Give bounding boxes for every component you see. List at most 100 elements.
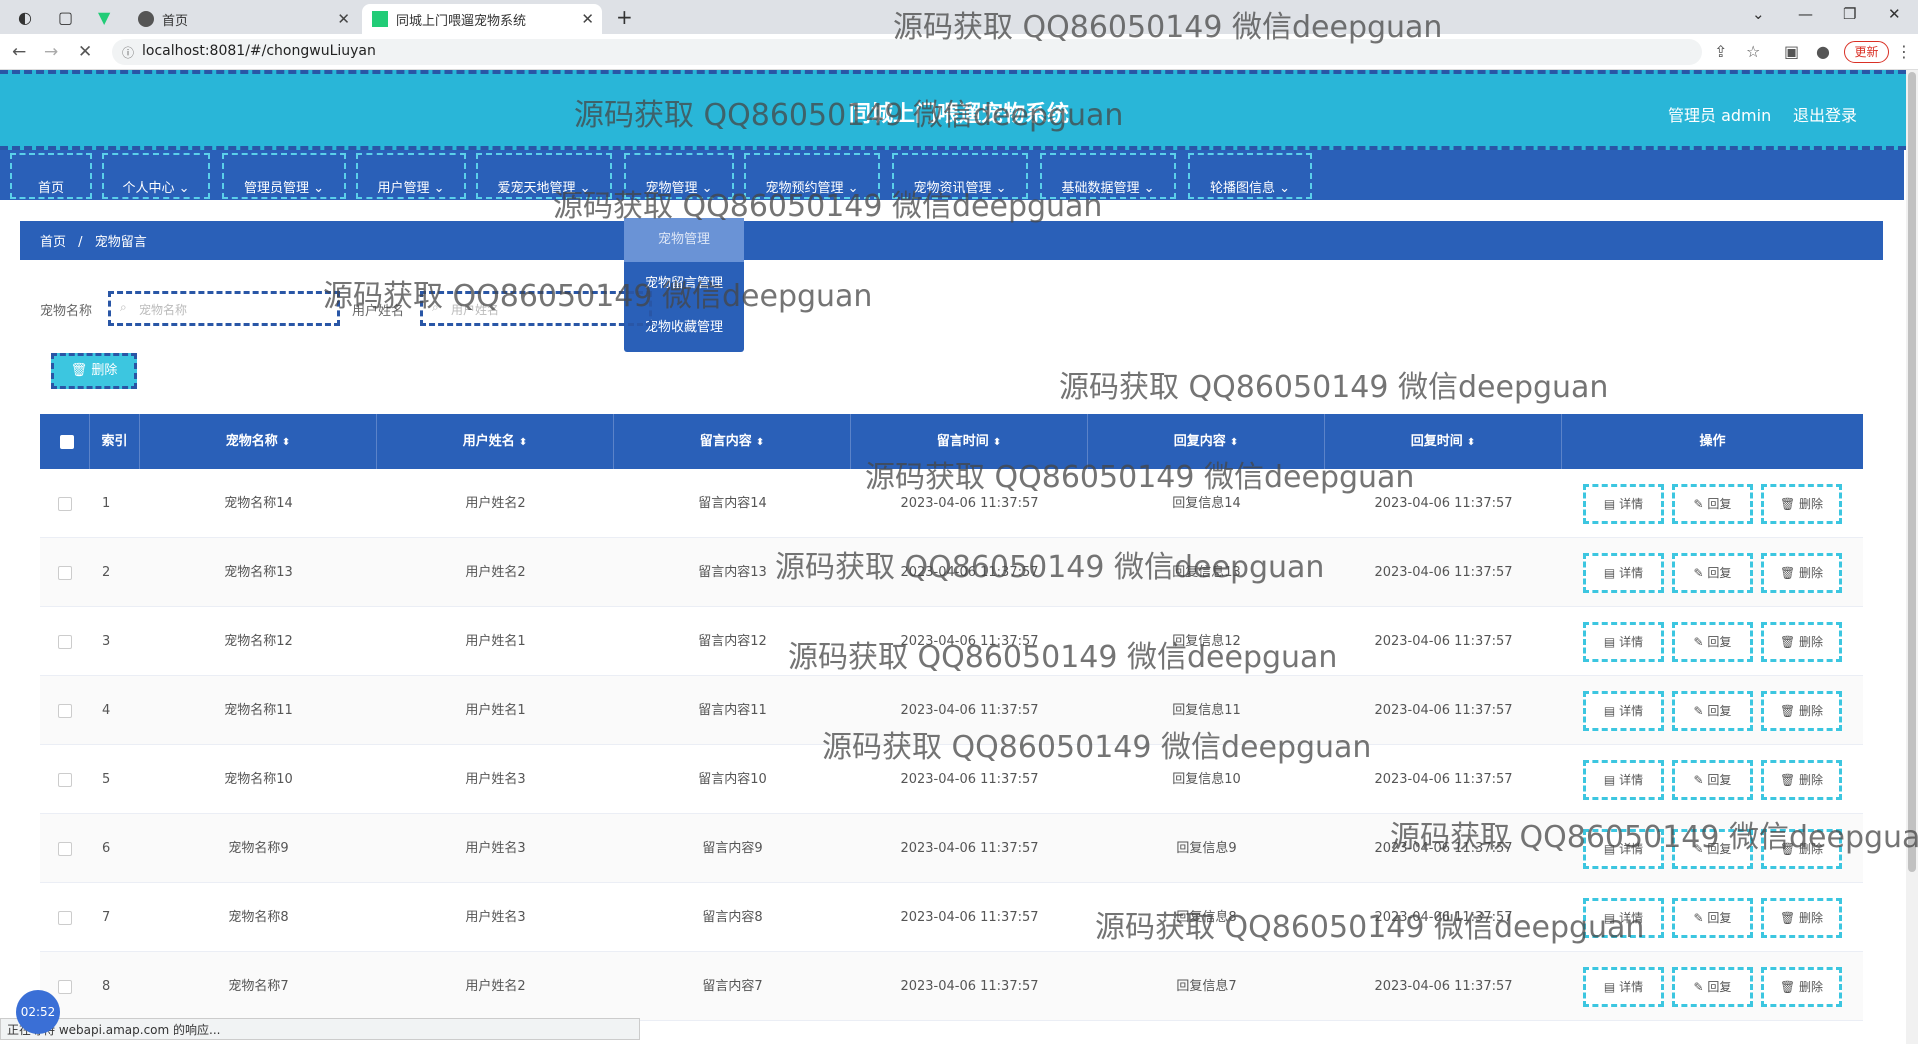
row-checkbox[interactable] bbox=[58, 910, 72, 925]
share-icon[interactable]: ⇪ bbox=[1714, 42, 1727, 61]
menu-item-profile[interactable]: 个人中心 ⌄ bbox=[102, 153, 210, 199]
delete-button[interactable]: 🗑 删除 bbox=[1761, 484, 1842, 524]
cell-reply: 回复信息9 bbox=[1176, 841, 1237, 856]
stop-icon[interactable]: ✕ bbox=[78, 42, 92, 62]
scrollbar-thumb[interactable] bbox=[1908, 72, 1916, 872]
back-icon[interactable]: ← bbox=[12, 42, 26, 62]
update-button[interactable]: 更新 bbox=[1844, 41, 1889, 63]
detail-button[interactable]: ▤ 详情 bbox=[1583, 553, 1664, 593]
detail-button[interactable]: ▤ 详情 bbox=[1583, 967, 1664, 1007]
restore-icon[interactable]: ❐ bbox=[1843, 5, 1856, 23]
detail-icon: ▤ bbox=[1603, 704, 1620, 718]
delete-button[interactable]: 🗑 删除 bbox=[1761, 760, 1842, 800]
menu-item-carousel[interactable]: 轮播图信息 ⌄ bbox=[1188, 153, 1312, 199]
col-user-name[interactable]: 用户姓名 ⬍ bbox=[377, 414, 614, 469]
row-checkbox-cell bbox=[40, 607, 90, 676]
delete-button[interactable]: 🗑 删除 bbox=[1761, 691, 1842, 731]
watermark: 源码获取 QQ86050149 微信deepguan bbox=[1059, 370, 1609, 405]
more-icon[interactable]: ⋮ bbox=[1896, 42, 1912, 61]
detail-button[interactable]: ▤ 详情 bbox=[1583, 691, 1664, 731]
timer-badge: 02:52 bbox=[16, 990, 60, 1034]
trash-icon: 🗑 bbox=[1779, 704, 1800, 718]
watermark: 源码获取 QQ86050149 微信deepguan bbox=[553, 189, 1103, 224]
sidebar-icon[interactable]: ▣ bbox=[1784, 42, 1799, 61]
minimize-icon[interactable]: — bbox=[1798, 5, 1813, 23]
profile-icon[interactable]: ● bbox=[1816, 42, 1830, 61]
delete-button[interactable]: 🗑 删除 bbox=[1761, 622, 1842, 662]
detail-icon: ▤ bbox=[1603, 980, 1620, 994]
sort-icon[interactable]: ⬍ bbox=[1467, 437, 1475, 448]
cell-msg: 留言内容11 bbox=[698, 703, 767, 718]
row-checkbox[interactable] bbox=[58, 772, 72, 787]
trash-icon: 🗑 bbox=[1779, 566, 1800, 580]
sort-icon[interactable]: ⬍ bbox=[282, 437, 290, 448]
breadcrumb-current: 宠物留言 bbox=[94, 235, 147, 250]
trash-icon: 🗑 bbox=[1779, 911, 1800, 925]
cell-pet: 宠物名称7 bbox=[228, 979, 289, 994]
pet-name-input[interactable]: ⌕ 宠物名称 bbox=[108, 291, 340, 326]
table-row: 8 宠物名称7 用户姓名2 留言内容7 2023-04-06 11:37:57 回复信息7… bbox=[40, 952, 1863, 1021]
menu-item-users[interactable]: 用户管理 ⌄ bbox=[356, 153, 466, 199]
row-checkbox[interactable] bbox=[58, 496, 72, 511]
menu-item-home[interactable]: 首页 bbox=[10, 153, 92, 199]
col-pet-name[interactable]: 宠物名称 ⬍ bbox=[140, 414, 377, 469]
sort-icon[interactable]: ⬍ bbox=[993, 437, 1001, 448]
tab-active[interactable]: 同城上门喂遛宠物系统 ✕ bbox=[362, 4, 602, 34]
sort-icon[interactable]: ⬍ bbox=[1230, 437, 1238, 448]
star-icon[interactable]: ☆ bbox=[1746, 42, 1760, 61]
row-checkbox[interactable] bbox=[58, 634, 72, 649]
sort-icon[interactable]: ⬍ bbox=[756, 437, 764, 448]
row-checkbox[interactable] bbox=[58, 979, 72, 994]
chevron-down-icon[interactable]: ⌄ bbox=[1752, 5, 1765, 23]
reply-button[interactable]: ✎ 回复 bbox=[1672, 760, 1753, 800]
watermark: 源码获取 QQ86050149 微信deepguan bbox=[865, 460, 1415, 495]
delete-button[interactable]: 🗑 删除 bbox=[1761, 898, 1842, 938]
logout-link[interactable]: 退出登录 bbox=[1793, 102, 1857, 126]
row-checkbox-cell bbox=[40, 745, 90, 814]
cell-time: 2023-04-06 11:37:57 bbox=[900, 979, 1039, 994]
forward-icon[interactable]: → bbox=[44, 42, 58, 62]
select-all-cell bbox=[40, 414, 90, 469]
reply-button[interactable]: ✎ 回复 bbox=[1672, 484, 1753, 524]
close-icon[interactable]: ✕ bbox=[581, 10, 594, 28]
pinned-tab-icon[interactable]: ◐ bbox=[18, 8, 36, 27]
detail-button[interactable]: ▤ 详情 bbox=[1583, 484, 1664, 524]
cell-rtime: 2023-04-06 11:37:57 bbox=[1374, 565, 1513, 580]
cell-msg: 留言内容8 bbox=[702, 910, 763, 925]
detail-button[interactable]: ▤ 详情 bbox=[1583, 622, 1664, 662]
reply-button[interactable]: ✎ 回复 bbox=[1672, 622, 1753, 662]
filter-label-pet: 宠物名称 bbox=[40, 304, 93, 319]
reply-button[interactable]: ✎ 回复 bbox=[1672, 553, 1753, 593]
batch-delete-button[interactable]: 🗑 删除 bbox=[51, 353, 137, 389]
reply-button[interactable]: ✎ 回复 bbox=[1672, 898, 1753, 938]
sort-icon[interactable]: ⬍ bbox=[519, 437, 527, 448]
close-window-icon[interactable]: ✕ bbox=[1888, 5, 1901, 23]
info-icon: ⓘ bbox=[122, 46, 135, 60]
cell-rtime: 2023-04-06 11:37:57 bbox=[1374, 634, 1513, 649]
row-checkbox[interactable] bbox=[58, 565, 72, 580]
vue-tab-icon[interactable]: ▼ bbox=[98, 8, 116, 27]
chevron-down-icon: ⌄ bbox=[178, 181, 190, 196]
row-checkbox-cell bbox=[40, 883, 90, 952]
select-all-checkbox[interactable] bbox=[60, 435, 74, 449]
edit-icon: ✎ bbox=[1693, 773, 1708, 787]
breadcrumb-home[interactable]: 首页 bbox=[40, 235, 66, 250]
delete-button[interactable]: 🗑 删除 bbox=[1761, 553, 1842, 593]
pinned-tab-icon[interactable]: ▢ bbox=[58, 8, 76, 27]
row-checkbox[interactable] bbox=[58, 841, 72, 856]
col-message[interactable]: 留言内容 ⬍ bbox=[614, 414, 851, 469]
cell-pet: 宠物名称11 bbox=[224, 703, 293, 718]
breadcrumb-separator: / bbox=[78, 235, 83, 250]
close-icon[interactable]: ✕ bbox=[337, 10, 350, 28]
scrollbar[interactable] bbox=[1906, 70, 1918, 1044]
reply-button[interactable]: ✎ 回复 bbox=[1672, 967, 1753, 1007]
new-tab-icon[interactable]: + bbox=[616, 5, 633, 29]
menu-item-admin[interactable]: 管理员管理 ⌄ bbox=[222, 153, 346, 199]
tab-home[interactable]: 首页 ✕ bbox=[128, 4, 358, 34]
edit-icon: ✎ bbox=[1693, 980, 1708, 994]
detail-button[interactable]: ▤ 详情 bbox=[1583, 760, 1664, 800]
row-checkbox[interactable] bbox=[58, 703, 72, 718]
cell-pet: 宠物名称8 bbox=[228, 910, 289, 925]
reply-button[interactable]: ✎ 回复 bbox=[1672, 691, 1753, 731]
delete-button[interactable]: 🗑 删除 bbox=[1761, 967, 1842, 1007]
